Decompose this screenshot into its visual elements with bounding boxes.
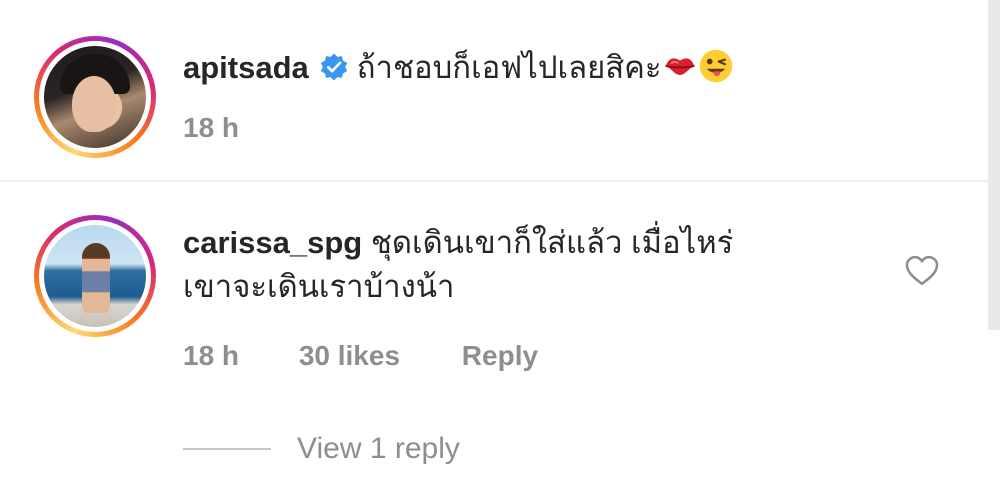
- heart-outline-icon[interactable]: [904, 253, 940, 289]
- view-replies-button[interactable]: View 1 reply: [183, 432, 460, 466]
- comment-body: carissa_spg ชุดเดินเขาก็ใส่แล้ว เมื่อไหร…: [183, 221, 883, 309]
- comment-text-line-2: เขาจะเดินเราบ้างน้า: [183, 269, 455, 304]
- comment-item: apitsada ถ้าชอบก็เอฟไปเลยสิคะ 18 h: [0, 0, 1000, 180]
- comment-text: ถ้าชอบก็เอฟไปเลยสิคะ: [356, 50, 662, 85]
- comment-text-line-1: ชุดเดินเขาก็ใส่แล้ว เมื่อไหร่: [370, 225, 734, 260]
- comment-body: apitsada ถ้าชอบก็เอฟไปเลยสิคะ: [183, 46, 734, 90]
- avatar-image: [44, 46, 146, 148]
- reply-button[interactable]: Reply: [462, 340, 538, 372]
- comment-timestamp: 18 h: [183, 112, 240, 143]
- verified-badge-icon: [320, 53, 347, 81]
- comment-meta: 18 h 30 likes Reply: [183, 340, 538, 372]
- view-replies-line: [183, 448, 271, 450]
- username-link[interactable]: carissa_spg: [183, 225, 362, 260]
- comment-meta: 18 h: [183, 112, 239, 144]
- view-replies-label: View 1 reply: [297, 432, 460, 465]
- avatar-image: [44, 225, 146, 327]
- username-link[interactable]: apitsada: [183, 50, 309, 85]
- kiss-mark-emoji-icon: [664, 58, 695, 75]
- likes-count[interactable]: 30 likes: [299, 340, 400, 372]
- comment-timestamp: 18 h: [183, 340, 240, 371]
- winking-tongue-emoji-icon: [699, 49, 732, 83]
- avatar-carissa-spg[interactable]: [34, 215, 156, 337]
- avatar-apitsada[interactable]: [34, 36, 156, 158]
